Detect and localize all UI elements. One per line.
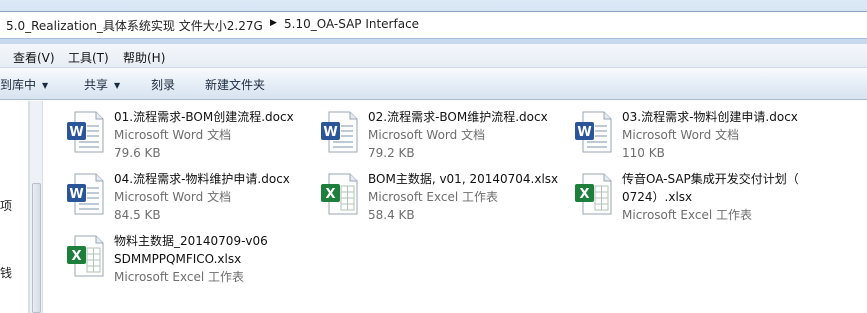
file-size: 58.4 KB [368, 208, 415, 222]
new-folder-button[interactable]: 新建文件夹 [205, 76, 265, 93]
address-bar-area: 5.0_Realization_具体系统实现 文件大小2.27G ▶ 5.10_… [0, 0, 867, 44]
file-item[interactable]: X 物料主数据_20140709-v06 SDMMPPQMFICO.xlsx M… [65, 232, 315, 288]
breadcrumb-current[interactable]: 5.10_OA-SAP Interface [284, 17, 419, 31]
file-name: BOM主数据, v01, 20140704.xlsx [368, 172, 559, 186]
command-bar: 含到库中 ▼ 共享 ▼ 刻录 新建文件夹 [0, 68, 867, 100]
file-name: 传音OA-SAP集成开发交付计划（ [622, 172, 799, 186]
navigation-pane: 项 钱 [0, 101, 29, 313]
file-item[interactable]: W 04.流程需求-物料维护申请.docx Microsoft Word 文档 … [65, 170, 315, 226]
svg-text:W: W [69, 187, 83, 202]
file-item[interactable]: W 01.流程需求-BOM创建流程.docx Microsoft Word 文档… [65, 108, 315, 164]
navigation-scrollbar[interactable] [29, 101, 43, 313]
file-item[interactable]: W 03.流程需求-物料创建申请.docx Microsoft Word 文档 … [573, 108, 823, 164]
file-type: Microsoft Word 文档 [622, 128, 740, 142]
dropdown-arrow-icon: ▼ [114, 81, 121, 90]
word-doc-icon: W [575, 111, 612, 153]
file-name: 02.流程需求-BOM维护流程.docx [368, 110, 548, 124]
word-doc-icon: W [67, 111, 104, 153]
file-type: Microsoft Excel 工作表 [368, 190, 499, 204]
nav-item-fragment[interactable]: 项 [0, 197, 12, 214]
svg-text:W: W [323, 125, 337, 140]
share-button[interactable]: 共享 ▼ [84, 76, 120, 93]
burn-button[interactable]: 刻录 [151, 76, 175, 93]
svg-text:X: X [71, 249, 81, 264]
file-type: Microsoft Word 文档 [114, 190, 232, 204]
file-size: 84.5 KB [114, 208, 161, 222]
file-name: 04.流程需求-物料维护申请.docx [114, 172, 290, 186]
svg-text:X: X [325, 187, 335, 202]
file-size: 110 KB [622, 146, 665, 160]
file-name-line2: 0724）.xlsx [622, 190, 693, 204]
file-type: Microsoft Word 文档 [114, 128, 232, 142]
menu-tools[interactable]: 工具(T) [68, 49, 109, 66]
word-doc-icon: W [67, 173, 104, 215]
file-item[interactable]: X 传音OA-SAP集成开发交付计划（ 0724）.xlsx Microsoft… [573, 170, 823, 226]
file-list: W 01.流程需求-BOM创建流程.docx Microsoft Word 文档… [44, 101, 867, 313]
excel-sheet-icon: X [321, 173, 358, 215]
file-name: 01.流程需求-BOM创建流程.docx [114, 110, 294, 124]
word-doc-icon: W [321, 111, 358, 153]
svg-text:W: W [577, 125, 591, 140]
file-item[interactable]: X BOM主数据, v01, 20140704.xlsx Microsoft E… [319, 170, 569, 226]
file-size: 79.6 KB [114, 146, 161, 160]
nav-item-fragment[interactable]: 钱 [0, 264, 12, 281]
svg-text:X: X [579, 187, 589, 202]
file-size: 79.2 KB [368, 146, 415, 160]
file-name: 03.流程需求-物料创建申请.docx [622, 110, 798, 124]
file-type: Microsoft Excel 工作表 [114, 270, 245, 284]
file-name: 物料主数据_20140709-v06 [114, 234, 268, 248]
file-name-line2: SDMMPPQMFICO.xlsx [114, 252, 242, 266]
excel-sheet-icon: X [67, 235, 104, 277]
file-type: Microsoft Word 文档 [368, 128, 486, 142]
share-label: 共享 [84, 78, 109, 92]
include-in-library-label: 含到库中 [0, 78, 37, 92]
file-type: Microsoft Excel 工作表 [622, 208, 753, 222]
address-bar[interactable]: 5.0_Realization_具体系统实现 文件大小2.27G ▶ 5.10_… [0, 11, 867, 39]
excel-sheet-icon: X [575, 173, 612, 215]
menu-bar: 查看(V) 工具(T) 帮助(H) [0, 44, 867, 68]
menu-help[interactable]: 帮助(H) [123, 49, 165, 66]
scrollbar-thumb[interactable] [32, 183, 41, 313]
dropdown-arrow-icon: ▼ [42, 81, 49, 90]
menu-view[interactable]: 查看(V) [13, 49, 55, 66]
file-item[interactable]: W 02.流程需求-BOM维护流程.docx Microsoft Word 文档… [319, 108, 569, 164]
include-in-library-button[interactable]: 含到库中 ▼ [0, 76, 48, 93]
breadcrumb-chevron-icon[interactable]: ▶ [270, 18, 277, 28]
breadcrumb-parent[interactable]: 5.0_Realization_具体系统实现 文件大小2.27G [6, 17, 263, 34]
svg-text:W: W [69, 125, 83, 140]
